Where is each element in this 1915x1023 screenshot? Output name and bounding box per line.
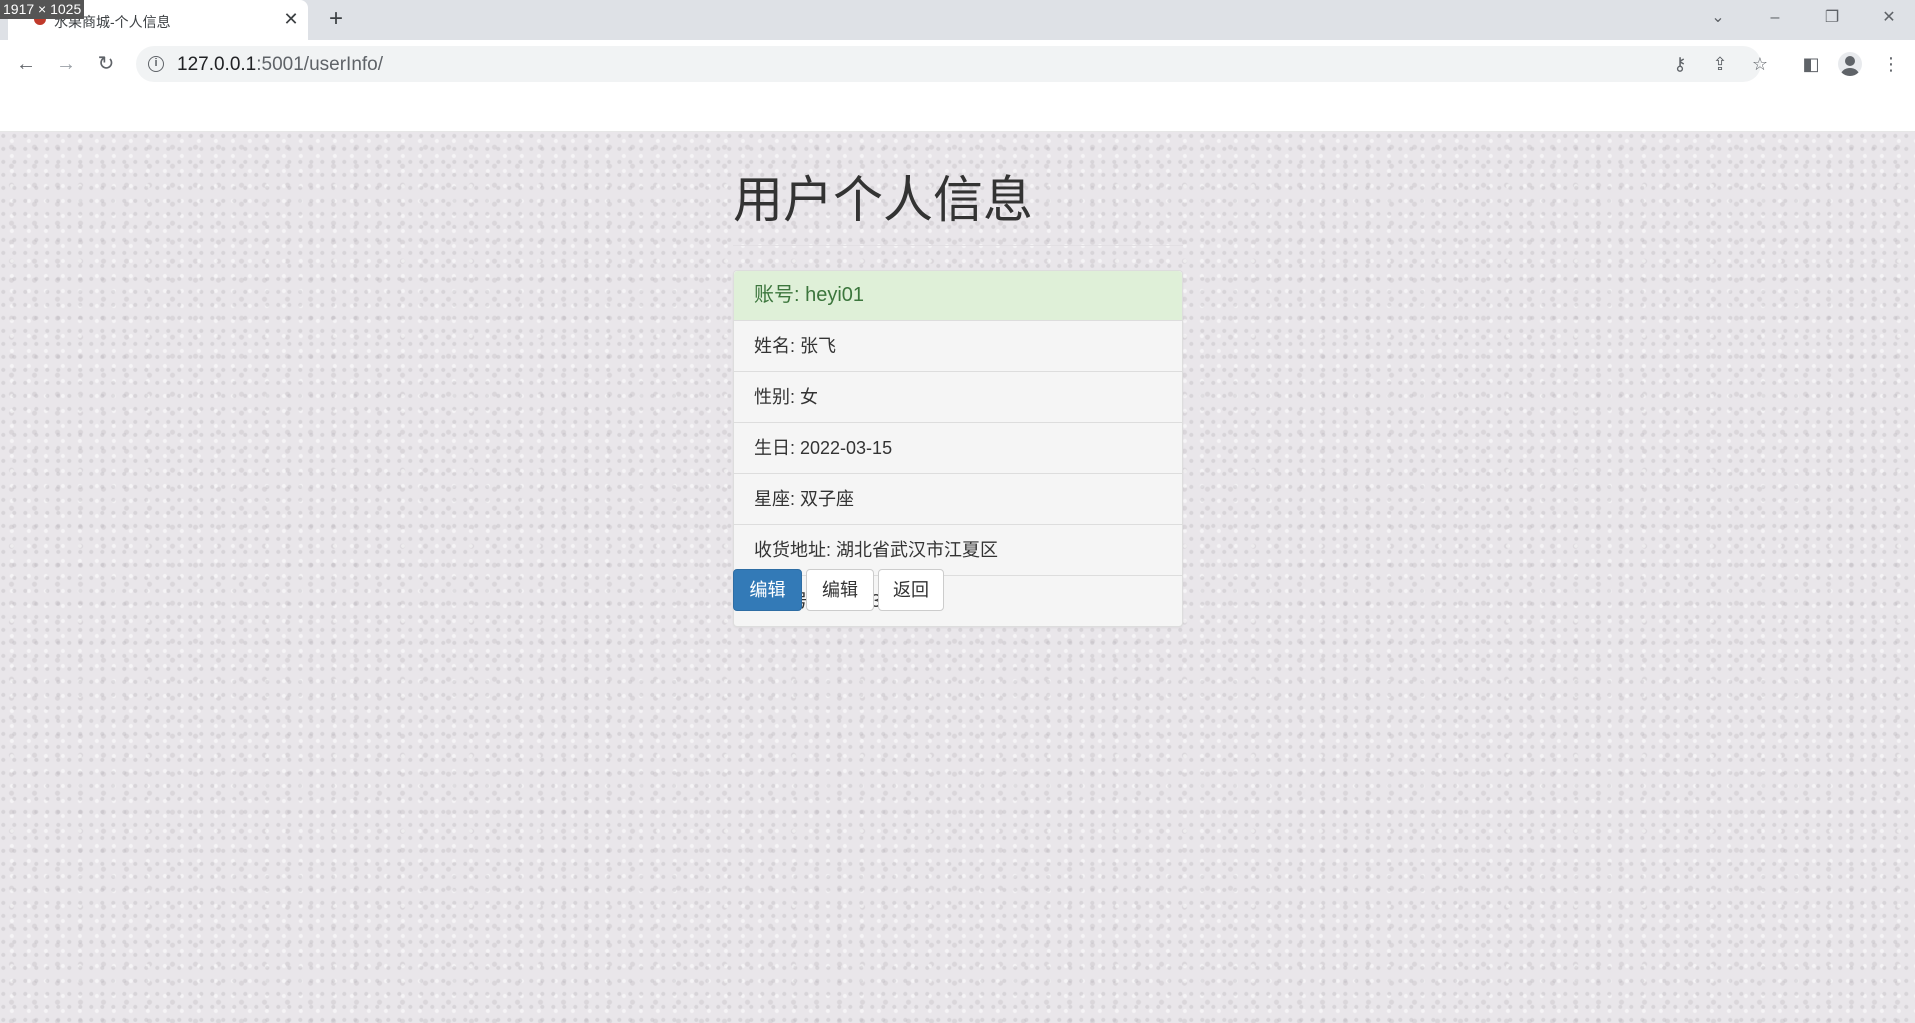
profile-avatar-icon[interactable] bbox=[1838, 52, 1862, 76]
tab-strip: 水果商城-个人信息 ✕ + 1917 × 1025 ⌄ – ❐ ✕ bbox=[0, 0, 1915, 40]
field-address: 收货地址: 湖北省武汉市江夏区 bbox=[734, 524, 1182, 575]
field-constellation: 星座: 双子座 bbox=[734, 473, 1182, 524]
tab-close-icon[interactable]: ✕ bbox=[280, 8, 302, 30]
edit-button[interactable]: 编辑 bbox=[806, 569, 874, 611]
address-bar[interactable]: i 127.0.0.1:5001/userInfo/ ⚷ ⇪ ☆ bbox=[136, 46, 1768, 82]
side-panel-icon[interactable]: ◧ bbox=[1797, 50, 1825, 78]
url-text[interactable]: 127.0.0.1:5001/userInfo/ bbox=[177, 54, 383, 76]
restore-icon[interactable]: ❐ bbox=[1817, 6, 1847, 30]
account-heading: 账号: heyi01 bbox=[734, 271, 1182, 320]
tab-search-chevron-icon[interactable]: ⌄ bbox=[1703, 6, 1733, 30]
page-body: 用户个人信息 账号: heyi01 姓名: 张飞 性别: 女 生日: 2022-… bbox=[0, 132, 1915, 1023]
field-gender: 性别: 女 bbox=[734, 371, 1182, 422]
user-info-container: 用户个人信息 账号: heyi01 姓名: 张飞 性别: 女 生日: 2022-… bbox=[733, 170, 1183, 627]
url-host: 127.0.0.1 bbox=[177, 54, 257, 75]
screenshot-size-badge: 1917 × 1025 bbox=[0, 0, 85, 19]
back-arrow-icon[interactable]: ← bbox=[12, 50, 40, 78]
forward-arrow-icon[interactable]: → bbox=[52, 50, 80, 78]
field-birthday: 生日: 2022-03-15 bbox=[734, 422, 1182, 473]
password-key-icon[interactable]: ⚷ bbox=[1668, 52, 1692, 76]
minimize-icon[interactable]: – bbox=[1760, 6, 1790, 30]
new-tab-icon[interactable]: + bbox=[322, 6, 350, 34]
share-icon[interactable]: ⇪ bbox=[1708, 52, 1732, 76]
field-name: 姓名: 张飞 bbox=[734, 320, 1182, 371]
page-top-bar bbox=[0, 88, 1915, 132]
browser-toolbar: ← → ↻ i 127.0.0.1:5001/userInfo/ ⚷ ⇪ ☆ ◧… bbox=[0, 40, 1915, 88]
page-header: 用户个人信息 bbox=[733, 170, 1183, 246]
page-title: 用户个人信息 bbox=[733, 172, 1033, 228]
back-button[interactable]: 返回 bbox=[878, 569, 944, 611]
bookmark-star-icon[interactable]: ☆ bbox=[1748, 52, 1772, 76]
url-path: :5001/userInfo/ bbox=[256, 54, 384, 75]
window-close-icon[interactable]: ✕ bbox=[1874, 6, 1904, 30]
reload-icon[interactable]: ↻ bbox=[92, 50, 120, 78]
edit-primary-button[interactable]: 编辑 bbox=[733, 569, 802, 611]
menu-kebab-icon[interactable]: ⋮ bbox=[1877, 50, 1905, 78]
site-info-icon[interactable]: i bbox=[148, 56, 164, 72]
